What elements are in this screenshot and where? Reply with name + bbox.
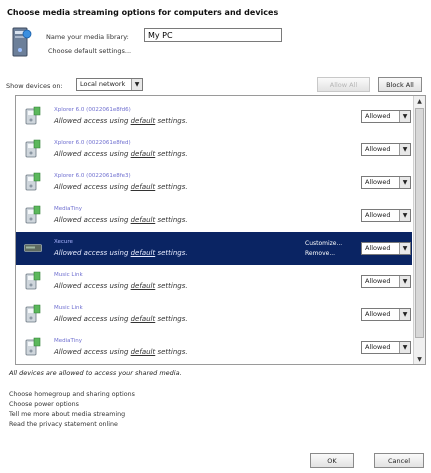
show-devices-value: Local network — [80, 80, 126, 88]
device-row[interactable]: Xplorer 6.0 (0022061e8fd6) Allowed access… — [16, 100, 412, 133]
scroll-down-icon[interactable]: ▼ — [414, 354, 425, 364]
device-permission-select[interactable]: Allowed ▼ — [361, 308, 411, 321]
device-status: Allowed access using default settings. — [54, 117, 188, 125]
device-permission-select[interactable]: Allowed ▼ — [361, 275, 411, 288]
media-streaming-help-link[interactable]: Tell me more about media streaming — [9, 410, 135, 420]
player-device-icon — [24, 243, 42, 263]
device-permission-select[interactable]: Allowed ▼ — [361, 209, 411, 222]
device-row[interactable]: Xplorer 6.0 (0022061e8fed) Allowed access… — [16, 133, 412, 166]
block-all-button[interactable]: Block All — [378, 77, 422, 92]
chevron-down-icon[interactable]: ▼ — [399, 144, 410, 155]
scroll-up-icon[interactable]: ▲ — [414, 96, 425, 106]
device-permission-value: Allowed — [365, 343, 391, 351]
chevron-down-icon[interactable]: ▼ — [399, 276, 410, 287]
power-options-link[interactable]: Choose power options — [9, 400, 135, 410]
device-row[interactable]: Xplorer 6.0 (0022061e8fe3) Allowed access… — [16, 166, 412, 199]
device-status: Allowed access using default settings. — [54, 249, 188, 257]
device-permission-value: Allowed — [365, 310, 391, 318]
chevron-down-icon[interactable]: ▼ — [399, 342, 410, 353]
media-device-icon — [25, 271, 41, 291]
media-device-icon — [25, 106, 41, 126]
device-permission-value: Allowed — [365, 277, 391, 285]
show-devices-select[interactable]: Local network ▼ — [76, 78, 143, 91]
device-name: Music Link — [54, 272, 83, 278]
device-permission-select[interactable]: Allowed ▼ — [361, 341, 411, 354]
device-permission-select[interactable]: Allowed ▼ — [361, 110, 411, 123]
choose-defaults-link[interactable]: Choose default settings... — [48, 47, 131, 55]
device-status: Allowed access using default settings. — [54, 315, 188, 323]
scrollbar-thumb[interactable] — [415, 108, 424, 338]
device-permission-select[interactable]: Allowed ▼ — [361, 242, 411, 255]
media-device-icon — [25, 139, 41, 159]
device-name: Xplorer 6.0 (0022061e8fed) — [54, 140, 131, 146]
privacy-statement-link[interactable]: Read the privacy statement online — [9, 420, 135, 430]
device-row[interactable]: MediaTiny Allowed access using default se… — [16, 331, 412, 364]
default-settings-link[interactable]: default — [131, 315, 156, 323]
default-settings-link[interactable]: default — [131, 216, 156, 224]
ok-button[interactable]: OK — [310, 453, 354, 468]
device-status: Allowed access using default settings. — [54, 348, 188, 356]
default-settings-link[interactable]: default — [131, 150, 156, 158]
device-status: Allowed access using default settings. — [54, 150, 188, 158]
device-permission-value: Allowed — [365, 178, 391, 186]
device-name: Xecure — [54, 239, 73, 245]
device-name: MediaTiny — [54, 338, 82, 344]
default-settings-link[interactable]: default — [131, 117, 156, 125]
device-status: Allowed access using default settings. — [54, 216, 188, 224]
chevron-down-icon[interactable]: ▼ — [399, 210, 410, 221]
device-permission-value: Allowed — [365, 211, 391, 219]
device-list[interactable]: Xplorer 6.0 (0022061e8fd6) Allowed access… — [15, 95, 426, 365]
media-device-icon — [25, 337, 41, 357]
media-device-icon — [25, 172, 41, 192]
remove-link[interactable]: Remove... — [305, 249, 342, 259]
device-row[interactable]: Music Link Allowed access using default s… — [16, 298, 412, 331]
default-settings-link[interactable]: default — [131, 183, 156, 191]
access-note: All devices are allowed to access your s… — [9, 369, 182, 377]
device-name: MediaTiny — [54, 206, 82, 212]
show-devices-label: Show devices on: — [6, 82, 63, 90]
media-server-icon — [12, 27, 32, 57]
chevron-down-icon[interactable]: ▼ — [399, 243, 410, 254]
media-device-icon — [25, 205, 41, 225]
device-name: Music Link — [54, 305, 83, 311]
dialog-title: Choose media streaming options for compu… — [7, 8, 279, 17]
device-name: Xplorer 6.0 (0022061e8fe3) — [54, 173, 131, 179]
library-name-label: Name your media library: — [46, 33, 129, 41]
device-permission-select[interactable]: Allowed ▼ — [361, 176, 411, 189]
allow-all-button[interactable]: Allow All — [317, 77, 370, 92]
footer-links: Choose homegroup and sharing options Cho… — [9, 390, 135, 430]
device-row[interactable]: Music Link Allowed access using default s… — [16, 265, 412, 298]
device-permission-value: Allowed — [365, 112, 391, 120]
device-status: Allowed access using default settings. — [54, 282, 188, 290]
device-permission-select[interactable]: Allowed ▼ — [361, 143, 411, 156]
homegroup-options-link[interactable]: Choose homegroup and sharing options — [9, 390, 135, 400]
device-row[interactable]: Xecure Allowed access using default setti… — [16, 232, 412, 265]
chevron-down-icon[interactable]: ▼ — [399, 177, 410, 188]
default-settings-link[interactable]: default — [131, 249, 156, 257]
customize-link[interactable]: Customize... — [305, 239, 342, 249]
device-permission-value: Allowed — [365, 244, 391, 252]
chevron-down-icon[interactable]: ▼ — [131, 79, 142, 90]
cancel-button[interactable]: Cancel — [374, 453, 424, 468]
default-settings-link[interactable]: default — [131, 282, 156, 290]
chevron-down-icon[interactable]: ▼ — [399, 111, 410, 122]
library-name-input[interactable] — [144, 28, 282, 42]
device-row[interactable]: MediaTiny Allowed access using default se… — [16, 199, 412, 232]
device-status: Allowed access using default settings. — [54, 183, 188, 191]
media-device-icon — [25, 304, 41, 324]
device-actions: Customize... Remove... — [305, 239, 342, 259]
device-list-scrollbar[interactable]: ▲ ▼ — [413, 96, 425, 364]
device-permission-value: Allowed — [365, 145, 391, 153]
default-settings-link[interactable]: default — [131, 348, 156, 356]
chevron-down-icon[interactable]: ▼ — [399, 309, 410, 320]
device-name: Xplorer 6.0 (0022061e8fd6) — [54, 107, 131, 113]
